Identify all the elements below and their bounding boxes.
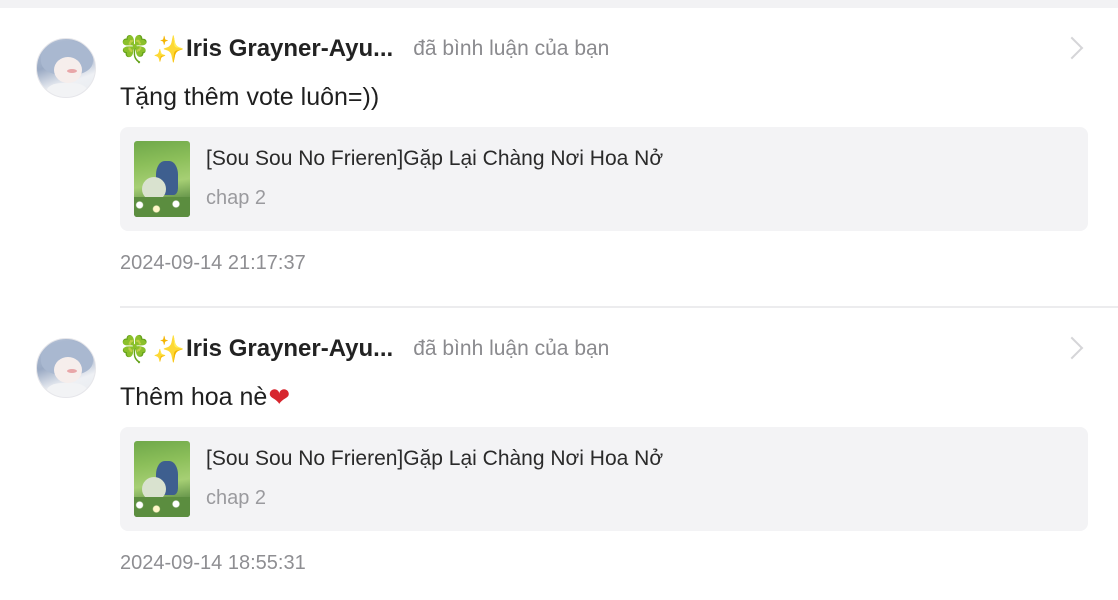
clover-icon: 🍀 — [118, 334, 152, 364]
chevron-right-icon[interactable] — [1060, 336, 1084, 360]
manga-card[interactable]: [Sou Sou No Frieren]Gặp Lại Chàng Nơi Ho… — [120, 127, 1088, 231]
chapter-label: chap 2 — [206, 487, 267, 509]
sparkles-icon: ✨ — [152, 34, 186, 64]
notification-header: 🍀 ✨ Iris Grayner-Ayu... đã bình luận của… — [118, 34, 610, 64]
avatar[interactable] — [36, 38, 96, 98]
manga-title: [Sou Sou No Frieren]Gặp Lại Chàng Nơi Ho… — [206, 447, 664, 470]
avatar[interactable] — [36, 338, 96, 398]
manga-cover-thumbnail — [134, 141, 190, 217]
timestamp: 2024-09-14 21:17:37 — [120, 252, 306, 274]
chevron-right-icon[interactable] — [1060, 36, 1084, 60]
notification-item[interactable]: 🍀 ✨ Iris Grayner-Ayu... đã bình luận của… — [0, 0, 1118, 306]
manga-title: [Sou Sou No Frieren]Gặp Lại Chàng Nơi Ho… — [206, 147, 664, 170]
heart-icon: ❤ — [268, 381, 291, 412]
manga-cover-thumbnail — [134, 441, 190, 517]
action-text: đã bình luận của bạn — [413, 337, 610, 360]
username[interactable]: Iris Grayner-Ayu... — [186, 35, 393, 63]
notification-header: 🍀 ✨ Iris Grayner-Ayu... đã bình luận của… — [118, 334, 610, 364]
notification-item[interactable]: 🍀 ✨ Iris Grayner-Ayu... đã bình luận của… — [0, 300, 1118, 600]
timestamp: 2024-09-14 18:55:31 — [120, 552, 306, 574]
sparkles-icon: ✨ — [152, 334, 186, 364]
comment-text: Thêm hoa nè ❤ — [120, 380, 290, 414]
chapter-label: chap 2 — [206, 187, 267, 209]
action-text: đã bình luận của bạn — [413, 37, 610, 60]
clover-icon: 🍀 — [118, 34, 152, 64]
comment-body: Tặng thêm vote luôn=)) — [120, 82, 380, 111]
comment-body: Thêm hoa nè — [120, 382, 268, 411]
comment-text: Tặng thêm vote luôn=)) — [120, 80, 380, 114]
manga-card[interactable]: [Sou Sou No Frieren]Gặp Lại Chàng Nơi Ho… — [120, 427, 1088, 531]
username[interactable]: Iris Grayner-Ayu... — [186, 335, 393, 363]
